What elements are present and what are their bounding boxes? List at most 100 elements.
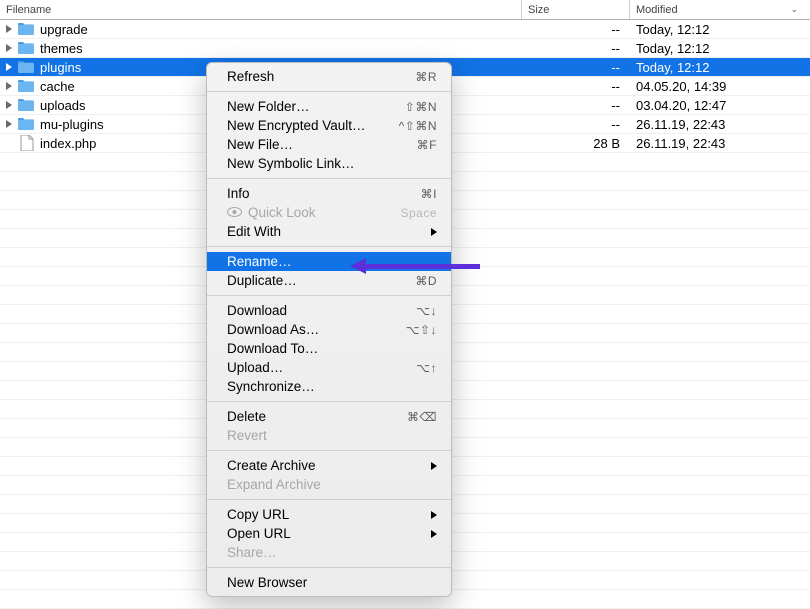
file-name-cell: upgrade	[0, 22, 522, 37]
menu-item-new-file[interactable]: New File… ⌘F	[207, 135, 451, 154]
disclosure-triangle-icon[interactable]	[6, 44, 12, 52]
menu-item-download-as[interactable]: Download As… ⌥⇧↓	[207, 320, 451, 339]
chevron-right-icon	[431, 462, 437, 470]
menu-shortcut: ⌥⇧↓	[406, 323, 437, 337]
chevron-right-icon	[431, 530, 437, 538]
file-size-cell: --	[522, 117, 630, 132]
menu-item-delete[interactable]: Delete⌘⌫	[207, 407, 451, 426]
menu-item-synchronize[interactable]: Synchronize…	[207, 377, 451, 396]
disclosure-triangle-icon[interactable]	[6, 101, 12, 109]
menu-shortcut: ⌘F	[417, 138, 437, 152]
file-name-cell: themes	[0, 41, 522, 56]
file-modified-cell: Today, 12:12	[630, 60, 810, 75]
column-header: Filename Size Modified ⌄	[0, 0, 810, 20]
menu-shortcut: ⇧⌘N	[405, 100, 437, 114]
disclosure-triangle-icon[interactable]	[6, 120, 12, 128]
menu-item-create-archive[interactable]: Create Archive	[207, 456, 451, 475]
file-name-label: themes	[40, 41, 83, 56]
menu-item-edit-with[interactable]: Edit With	[207, 222, 451, 241]
menu-item-label: Refresh	[227, 69, 274, 84]
menu-shortcut: Space	[400, 206, 437, 220]
menu-item-share: Share…	[207, 543, 451, 562]
eye-icon	[227, 205, 242, 220]
file-name-label: upgrade	[40, 22, 88, 37]
menu-item-revert: Revert	[207, 426, 451, 445]
menu-separator	[207, 178, 451, 179]
menu-item-label: Copy URL	[227, 507, 289, 522]
menu-shortcut: ⌥↓	[416, 304, 437, 318]
menu-item-label: Create Archive	[227, 458, 316, 473]
menu-item-info[interactable]: Info ⌘I	[207, 184, 451, 203]
menu-item-label: Upload…	[227, 360, 283, 375]
file-modified-cell: Today, 12:12	[630, 22, 810, 37]
menu-separator	[207, 567, 451, 568]
menu-separator	[207, 246, 451, 247]
menu-item-open-url[interactable]: Open URL	[207, 524, 451, 543]
menu-item-upload[interactable]: Upload…⌥↑	[207, 358, 451, 377]
menu-shortcut: ⌘I	[421, 187, 437, 201]
file-name-label: cache	[40, 79, 75, 94]
menu-item-label: New Browser	[227, 575, 307, 590]
file-name-label: uploads	[40, 98, 86, 113]
menu-item-label: Revert	[227, 428, 267, 443]
file-size-cell: --	[522, 98, 630, 113]
menu-shortcut: ^⇧⌘N	[399, 119, 437, 133]
menu-item-new-encrypted-vault[interactable]: New Encrypted Vault… ^⇧⌘N	[207, 116, 451, 135]
header-modified[interactable]: Modified ⌄	[630, 0, 810, 19]
file-modified-cell: 26.11.19, 22:43	[630, 136, 810, 151]
disclosure-triangle-icon[interactable]	[6, 25, 12, 33]
folder-icon	[18, 61, 34, 73]
context-menu: Refresh⌘RNew Folder…⇧⌘NNew Encrypted Vau…	[206, 62, 452, 597]
menu-item-label: Edit With	[227, 224, 281, 239]
disclosure-triangle-icon[interactable]	[6, 63, 12, 71]
menu-item-label: Download To…	[227, 341, 318, 356]
menu-item-label: Info	[227, 186, 250, 201]
menu-item-copy-url[interactable]: Copy URL	[207, 505, 451, 524]
menu-shortcut: ⌘R	[415, 70, 437, 84]
folder-icon	[18, 42, 34, 54]
file-row[interactable]: themes--Today, 12:12	[0, 39, 810, 58]
menu-item-label: New Symbolic Link…	[227, 156, 355, 171]
annotation-arrow	[350, 258, 480, 274]
file-name-label: plugins	[40, 60, 81, 75]
folder-icon	[18, 118, 34, 130]
file-row[interactable]: upgrade--Today, 12:12	[0, 20, 810, 39]
folder-icon	[18, 80, 34, 92]
file-modified-cell: 04.05.20, 14:39	[630, 79, 810, 94]
menu-item-new-browser[interactable]: New Browser	[207, 573, 451, 592]
menu-item-label: Share…	[227, 545, 277, 560]
menu-item-label: Duplicate…	[227, 273, 297, 288]
menu-item-download[interactable]: Download⌥↓	[207, 301, 451, 320]
file-icon	[20, 135, 34, 151]
menu-shortcut: ⌘D	[415, 274, 437, 288]
menu-separator	[207, 499, 451, 500]
menu-item-new-symbolic-link[interactable]: New Symbolic Link…	[207, 154, 451, 173]
disclosure-triangle-icon[interactable]	[6, 82, 12, 90]
menu-item-download-to[interactable]: Download To…	[207, 339, 451, 358]
header-filename[interactable]: Filename	[0, 0, 522, 19]
menu-item-label: Download As…	[227, 322, 319, 337]
arrow-line	[366, 264, 480, 269]
menu-item-new-folder[interactable]: New Folder…⇧⌘N	[207, 97, 451, 116]
menu-item-quick-look: Quick Look Space	[207, 203, 451, 222]
file-name-label: mu-plugins	[40, 117, 104, 132]
menu-separator	[207, 450, 451, 451]
file-name-label: index.php	[40, 136, 96, 151]
file-size-cell: --	[522, 79, 630, 94]
file-modified-cell: 26.11.19, 22:43	[630, 117, 810, 132]
menu-separator	[207, 295, 451, 296]
file-size-cell: --	[522, 60, 630, 75]
chevron-down-icon: ⌄	[790, 4, 798, 15]
menu-item-label: New File…	[227, 137, 293, 152]
menu-item-label: Open URL	[227, 526, 291, 541]
menu-item-label: Quick Look	[227, 205, 316, 220]
arrow-head-icon	[350, 258, 366, 274]
menu-item-label: New Encrypted Vault…	[227, 118, 366, 133]
file-size-cell: --	[522, 41, 630, 56]
header-size[interactable]: Size	[522, 0, 630, 19]
menu-item-refresh[interactable]: Refresh ⌘R	[207, 67, 451, 86]
menu-item-label: Rename…	[227, 254, 292, 269]
folder-icon	[18, 99, 34, 111]
menu-shortcut: ⌘⌫	[407, 410, 437, 424]
menu-item-label: Expand Archive	[227, 477, 321, 492]
